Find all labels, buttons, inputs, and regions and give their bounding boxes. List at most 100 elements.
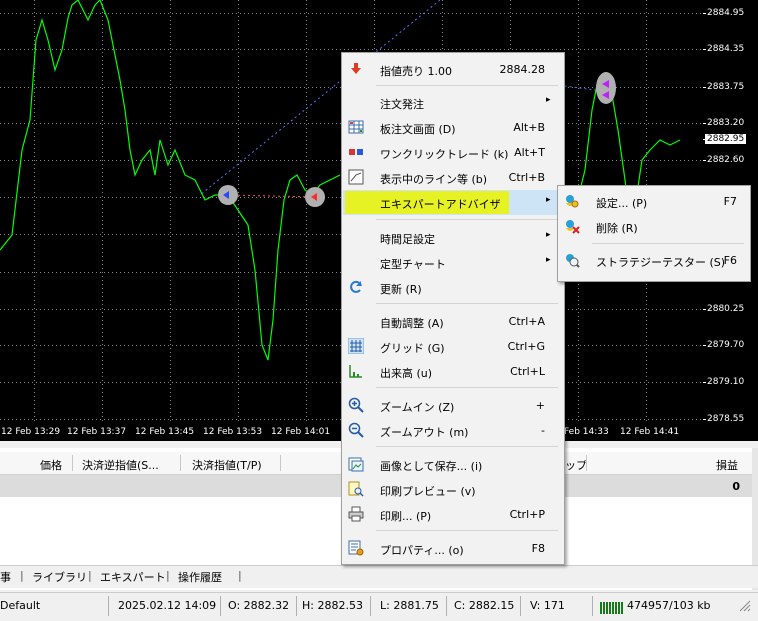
- menu-item-shortcut: Ctrl+L: [510, 365, 545, 378]
- menu-item-shortcut: Alt+B: [513, 121, 545, 134]
- price-axis-tick: [703, 49, 706, 50]
- menu-item-label: ズームアウト (m): [380, 426, 469, 439]
- menu-item-grid[interactable]: グリッド (G) Ctrl+G: [343, 334, 563, 359]
- price-axis-tick: [703, 345, 706, 346]
- zoom-in-icon: [348, 397, 364, 413]
- menu-item-shortcut: Alt+T: [514, 146, 545, 159]
- menu-item-auto-scroll[interactable]: 自動調整 (A) Ctrl+A: [343, 309, 563, 334]
- menu-item-label: 表示中のライン等 (b): [380, 173, 488, 186]
- price-label: 2883.20: [707, 118, 745, 128]
- menu-item-zoom-out[interactable]: ズームアウト (m) -: [343, 418, 563, 443]
- menu-item-label: グリッド (G): [380, 342, 445, 355]
- expert-advisors-submenu: 設定... (P) F7 削除 (R) ストラテジーテスター (S) F6: [557, 185, 751, 282]
- menu-item-label: 定型チャート: [380, 258, 446, 271]
- menu-item-shortcut: Ctrl+A: [508, 315, 545, 328]
- refresh-icon: [348, 279, 364, 295]
- tab-library[interactable]: ライブラリ: [32, 569, 87, 585]
- menu-item-shortcut: F7: [723, 195, 737, 208]
- menu-separator: [376, 303, 558, 304]
- tab-experts[interactable]: エキスパート: [100, 569, 166, 585]
- price-label: 2882.60: [707, 155, 745, 165]
- col-header-swap[interactable]: ップ: [565, 457, 587, 473]
- menu-item-order[interactable]: 注文発注 ▸: [343, 90, 563, 115]
- menu-item-depth-of-market[interactable]: 板注文画面 (D) Alt+B: [343, 115, 563, 140]
- price-axis-tick: [703, 13, 706, 14]
- traffic-bars-icon: [600, 600, 624, 617]
- time-label: 12 Feb 14:41: [620, 427, 680, 437]
- menu-item-timeframes[interactable]: 時間足設定 ▸: [343, 225, 563, 250]
- print-preview-icon: [348, 481, 364, 497]
- menu-item-expert-advisors[interactable]: エキスパートアドバイザ ▸: [343, 190, 563, 215]
- trade-marker-close: [596, 72, 616, 104]
- price-label: 2879.10: [707, 377, 745, 387]
- resize-grip-icon[interactable]: [736, 597, 752, 616]
- tab-journal[interactable]: 操作履歴: [178, 569, 222, 585]
- properties-icon: [348, 540, 364, 556]
- status-bar: Default 2025.02.12 14:09 O: 2882.32 H: 2…: [0, 592, 758, 621]
- trade-connector: [227, 194, 316, 198]
- menu-item-label: 設定... (P): [596, 197, 648, 210]
- price-axis-tick: [703, 123, 706, 124]
- menu-item-strategy-tester[interactable]: ストラテジーテスター (S) F6: [559, 248, 749, 273]
- trade-marker-sell: [305, 187, 325, 207]
- menu-separator: [376, 530, 558, 531]
- time-label: 12 Feb 13:37: [67, 427, 127, 437]
- price-label: 2880.25: [707, 304, 745, 314]
- col-header-take-profit[interactable]: 決済指値(T/P): [192, 457, 262, 473]
- col-header-profit[interactable]: 損益: [716, 457, 738, 473]
- col-header-stop-loss[interactable]: 決済逆指値(S...: [82, 457, 159, 473]
- menu-item-label: プロパティ... (o): [380, 544, 464, 557]
- menu-item-label: 画像として保存... (i): [380, 460, 483, 473]
- menu-item-volumes[interactable]: 出来高 (u) Ctrl+L: [343, 359, 563, 384]
- menu-separator: [592, 243, 744, 244]
- status-open: O: 2882.32: [228, 599, 290, 612]
- submenu-arrow-icon: ▸: [546, 95, 551, 105]
- menu-item-shortcut: Ctrl+P: [509, 508, 545, 521]
- menu-item-label: 出来高 (u): [380, 367, 433, 380]
- time-label: 12 Feb 13:45: [135, 427, 195, 437]
- menu-item-label: エキスパートアドバイザ: [380, 198, 501, 211]
- menu-item-one-click-trading[interactable]: ワンクリックトレード (k) Alt+T: [343, 140, 563, 165]
- menu-item-label: 自動調整 (A): [380, 317, 444, 330]
- menu-item-label: 更新 (R): [380, 283, 422, 296]
- menu-item-templates[interactable]: 定型チャート ▸: [343, 250, 563, 275]
- menu-separator: [376, 219, 558, 220]
- status-low: L: 2881.75: [380, 599, 439, 612]
- ea-remove-icon: [564, 218, 580, 234]
- menu-item-print-preview[interactable]: 印刷プレビュー (v): [343, 477, 563, 502]
- price-label: 2884.95: [707, 8, 745, 18]
- col-header-price[interactable]: 価格: [40, 457, 62, 473]
- menu-item-ea-remove[interactable]: 削除 (R): [559, 214, 749, 239]
- menu-item-label: ストラテジーテスター (S): [596, 256, 726, 269]
- menu-separator: [376, 387, 558, 388]
- price-axis-tick: [703, 87, 706, 88]
- menu-item-ea-settings[interactable]: 設定... (P) F7: [559, 189, 749, 214]
- menu-item-refresh[interactable]: 更新 (R): [343, 275, 563, 300]
- menu-item-label: ズームイン (Z): [380, 401, 455, 414]
- menu-item-properties[interactable]: プロパティ... (o) F8: [343, 536, 563, 561]
- time-label: 12 Feb 14:01: [271, 427, 331, 437]
- menu-item-label: 指値売り 1.00: [380, 65, 452, 78]
- menu-item-zoom-in[interactable]: ズームイン (Z) +: [343, 393, 563, 418]
- chart-context-menu: 指値売り 1.00 2884.28 注文発注 ▸ 板注文画面 (D) Alt+B ワンクリッ…: [341, 52, 565, 565]
- submenu-arrow-icon: ▸: [546, 195, 551, 205]
- zoom-out-icon: [348, 422, 364, 438]
- menu-separator: [376, 85, 558, 86]
- menu-item-shortcut: F6: [723, 254, 737, 267]
- menu-item-shortcut: Ctrl+G: [507, 340, 545, 353]
- time-label: 12 Feb 13:53: [203, 427, 263, 437]
- menu-item-label: 印刷プレビュー (v): [380, 485, 476, 498]
- submenu-arrow-icon: ▸: [546, 255, 551, 265]
- menu-item-save-as-picture[interactable]: 画像として保存... (i): [343, 452, 563, 477]
- dom-grid-icon: [348, 119, 364, 135]
- menu-item-objects-list[interactable]: 表示中のライン等 (b) Ctrl+B: [343, 165, 563, 190]
- time-label: 12 Feb 13:29: [1, 427, 61, 437]
- status-high: H: 2882.53: [302, 599, 363, 612]
- tab-news[interactable]: 事: [0, 569, 11, 585]
- menu-item-label: 時間足設定: [380, 233, 435, 246]
- menu-item-print[interactable]: 印刷... (P) Ctrl+P: [343, 502, 563, 527]
- menu-item-label: 印刷... (P): [380, 510, 432, 523]
- menu-item-shortcut: +: [535, 399, 545, 412]
- menu-item-sell-limit[interactable]: 指値売り 1.00 2884.28: [343, 57, 563, 82]
- total-profit: 0: [732, 480, 740, 493]
